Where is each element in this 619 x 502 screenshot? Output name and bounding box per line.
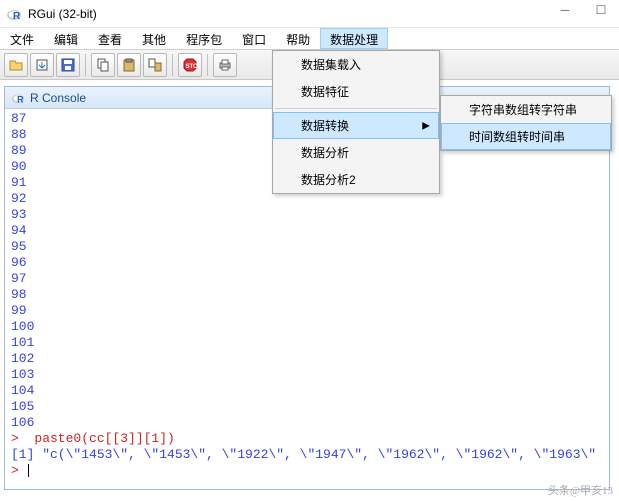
submenu-dropdown-transform: 字符串数组转字符串时间数组转时间串 [440,95,612,151]
menu-item[interactable]: 数据集载入 [273,51,439,78]
copy-button[interactable] [91,53,115,77]
load-icon [34,57,50,73]
menu-item-6[interactable]: 帮助 [276,28,320,49]
copypaste-icon [147,57,163,73]
toolbar-separator [207,54,208,76]
menu-item-1[interactable]: 编辑 [44,28,88,49]
save-icon [60,57,76,73]
menu-item[interactable]: 数据分析 [273,139,439,166]
svg-text:R: R [17,94,24,104]
svg-text:R: R [13,11,21,22]
submenu-item[interactable]: 时间数组转时间串 [441,123,611,150]
console-title-text: R Console [30,91,86,105]
toolbar-separator [85,54,86,76]
svg-text:STOP: STOP [186,64,199,70]
menu-item[interactable]: 数据转换▶ [273,112,439,139]
menu-item-7[interactable]: 数据处理 [320,28,388,49]
print-button[interactable] [213,53,237,77]
minimize-button[interactable]: ─ [547,0,583,20]
watermark: 头条@甲亥13 [548,482,613,498]
r-logo-icon: R [11,91,25,105]
menu-item[interactable]: 数据分析2 [273,166,439,193]
paste-button[interactable] [117,53,141,77]
open-button[interactable] [4,53,28,77]
window-controls: ─ ☐ [547,0,619,20]
menu-item-5[interactable]: 窗口 [232,28,276,49]
window-titlebar: R RGui (32-bit) [0,0,619,28]
r-logo-icon: R [6,6,22,22]
menu-item-4[interactable]: 程序包 [176,28,232,49]
menu-item[interactable]: 数据特征 [273,78,439,105]
maximize-button[interactable]: ☐ [583,0,619,20]
menubar: 文件编辑查看其他程序包窗口帮助数据处理 [0,28,619,50]
menu-item-2[interactable]: 查看 [88,28,132,49]
copy-icon [95,57,111,73]
menu-separator [275,108,437,109]
submenu-arrow-icon: ▶ [422,120,430,131]
submenu-item[interactable]: 字符串数组转字符串 [441,96,611,123]
open-icon [8,57,24,73]
toolbar-separator [172,54,173,76]
stop-icon: STOP [182,57,198,73]
menu-item-0[interactable]: 文件 [0,28,44,49]
copypaste-button[interactable] [143,53,167,77]
paste-icon [121,57,137,73]
print-icon [217,57,233,73]
load-button[interactable] [30,53,54,77]
menu-dropdown-data: 数据集载入数据特征数据转换▶数据分析数据分析2 [272,50,440,194]
menu-item-3[interactable]: 其他 [132,28,176,49]
window-title: RGui (32-bit) [28,7,97,21]
stop-button[interactable]: STOP [178,53,202,77]
save-button[interactable] [56,53,80,77]
